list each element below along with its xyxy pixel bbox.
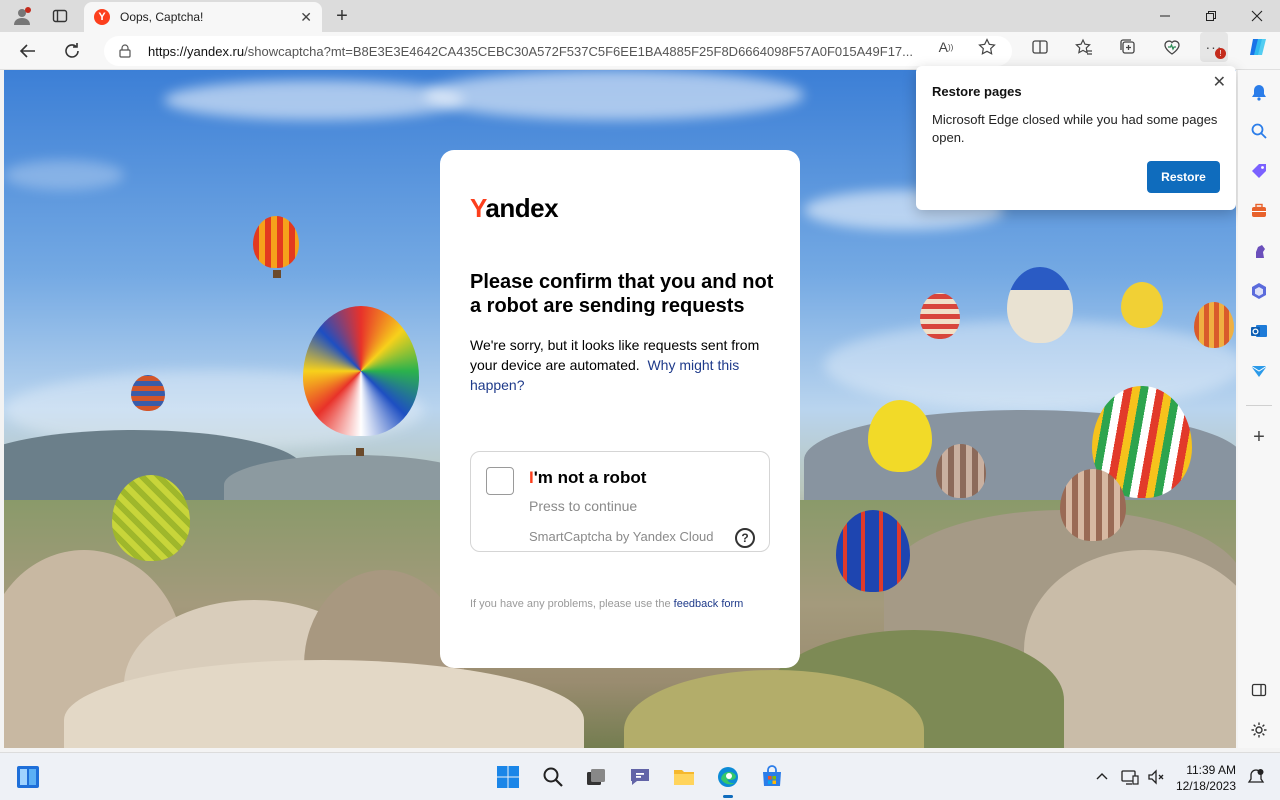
edge-browser-icon[interactable] <box>714 763 742 798</box>
microsoft-365-icon[interactable] <box>1248 280 1270 302</box>
back-button[interactable] <box>14 37 42 65</box>
bell-icon[interactable] <box>1248 81 1270 103</box>
hot-air-balloon <box>253 216 299 268</box>
url-text[interactable]: https://yandex.ru/showcaptcha?mt=B8E3E3E… <box>148 44 1012 59</box>
captcha-provider-text: SmartCaptcha by Yandex Cloud <box>529 529 714 544</box>
tab-title: Oops, Captcha! <box>120 10 204 24</box>
tab-actions-icon[interactable] <box>48 4 72 28</box>
system-clock[interactable]: 11:39 AM 12/18/2023 <box>1176 762 1236 794</box>
edge-sidebar: + <box>1238 70 1280 748</box>
widgets-icon[interactable] <box>14 763 42 791</box>
hot-air-balloon <box>131 375 165 411</box>
outlook-icon[interactable] <box>1248 320 1270 342</box>
browser-essentials-icon[interactable] <box>1158 32 1186 62</box>
hot-air-balloon <box>112 475 190 561</box>
windows-taskbar: 11:39 AM 12/18/2023 <box>0 752 1280 800</box>
navigation-bar: https://yandex.ru/showcaptcha?mt=B8E3E3E… <box>0 32 1280 70</box>
restore-pages-popup: Restore pages ✕ Microsoft Edge closed wh… <box>916 66 1236 210</box>
drop-send-icon[interactable] <box>1248 360 1270 382</box>
help-icon[interactable]: ? <box>735 528 755 548</box>
search-icon[interactable] <box>1248 120 1270 142</box>
sidebar-divider <box>1246 405 1272 406</box>
popup-close-icon[interactable]: ✕ <box>1213 72 1226 92</box>
tools-briefcase-icon[interactable] <box>1248 200 1270 222</box>
yandex-favicon-icon: Y <box>94 9 110 25</box>
shopping-tag-icon[interactable] <box>1248 160 1270 182</box>
restore-button[interactable]: Restore <box>1147 161 1220 193</box>
hot-air-balloon <box>868 400 932 472</box>
tab-active[interactable]: Y Oops, Captcha! ✕ <box>84 2 322 32</box>
feedback-form-link[interactable]: feedback form <box>674 598 744 610</box>
cloud <box>164 80 464 120</box>
clock-time: 11:39 AM <box>1186 763 1236 777</box>
restore-window-button[interactable] <box>1188 0 1234 32</box>
close-window-button[interactable] <box>1234 0 1280 32</box>
volume-muted-icon[interactable] <box>1142 763 1170 791</box>
hot-air-balloon <box>920 293 960 339</box>
display-network-icon[interactable] <box>1116 763 1144 791</box>
address-bar[interactable]: https://yandex.ru/showcaptcha?mt=B8E3E3E… <box>104 36 1012 66</box>
not-robot-checkbox[interactable] <box>486 467 514 495</box>
description: We're sorry, but it looks like requests … <box>470 337 760 393</box>
popup-title: Restore pages <box>932 84 1022 99</box>
balloon-basket <box>356 448 364 456</box>
smartcaptcha-widget[interactable]: I'm not a robot Press to continue SmartC… <box>470 451 770 552</box>
hot-air-balloon <box>1007 267 1073 343</box>
more-options-button[interactable]: ··· ! <box>1200 32 1228 62</box>
footnote: If you have any problems, please use the… <box>470 598 744 610</box>
hot-air-balloon <box>836 510 910 592</box>
new-tab-button[interactable]: + <box>330 4 354 28</box>
taskbar-search-icon[interactable] <box>539 763 567 791</box>
games-chess-icon[interactable] <box>1248 240 1270 262</box>
file-explorer-icon[interactable] <box>670 763 698 791</box>
tab-close-icon[interactable]: ✕ <box>300 9 312 26</box>
balloon-basket <box>273 270 281 278</box>
tray-chevron-up-icon[interactable] <box>1088 763 1116 791</box>
reload-button[interactable] <box>58 37 86 65</box>
favorites-icon[interactable] <box>1070 32 1098 62</box>
copilot-icon[interactable] <box>1244 32 1272 62</box>
teams-chat-icon[interactable] <box>626 763 654 791</box>
yandex-logo[interactable]: Yandex <box>470 193 559 224</box>
hot-air-balloon <box>1194 302 1234 348</box>
read-aloud-icon[interactable]: A)) <box>932 32 960 62</box>
hot-air-balloon <box>936 444 986 498</box>
cloud <box>4 160 124 190</box>
clock-date: 12/18/2023 <box>1175 779 1236 793</box>
lock-icon[interactable] <box>118 44 132 58</box>
minimize-button[interactable] <box>1142 0 1188 32</box>
popup-message: Microsoft Edge closed while you had some… <box>932 112 1218 145</box>
collections-icon[interactable] <box>1114 32 1142 62</box>
not-robot-label[interactable]: I'm not a robot <box>529 468 646 488</box>
cloud <box>424 70 804 120</box>
press-to-continue-text: Press to continue <box>529 498 638 514</box>
captcha-card: Yandex Please confirm that you and not a… <box>440 150 800 668</box>
page-title: Please confirm that you and not a robot … <box>470 271 774 317</box>
hot-air-balloon <box>303 306 419 436</box>
microsoft-store-icon[interactable] <box>758 763 786 791</box>
favorite-star-icon[interactable] <box>973 32 1001 62</box>
add-sidebar-app-icon[interactable]: + <box>1248 426 1270 448</box>
task-view-icon[interactable] <box>582 763 610 791</box>
split-screen-icon[interactable] <box>1026 32 1054 62</box>
hot-air-balloon <box>1121 282 1163 328</box>
profile-icon[interactable] <box>10 4 34 28</box>
start-windows-icon[interactable] <box>494 763 522 791</box>
notification-badge: ! <box>1215 48 1226 59</box>
notifications-icon[interactable] <box>1242 763 1270 791</box>
sidebar-settings-gear-icon[interactable] <box>1248 719 1270 741</box>
hide-sidebar-icon[interactable] <box>1248 679 1270 701</box>
hot-air-balloon <box>1060 469 1126 541</box>
title-bar: Y Oops, Captcha! ✕ + <box>0 0 1280 32</box>
